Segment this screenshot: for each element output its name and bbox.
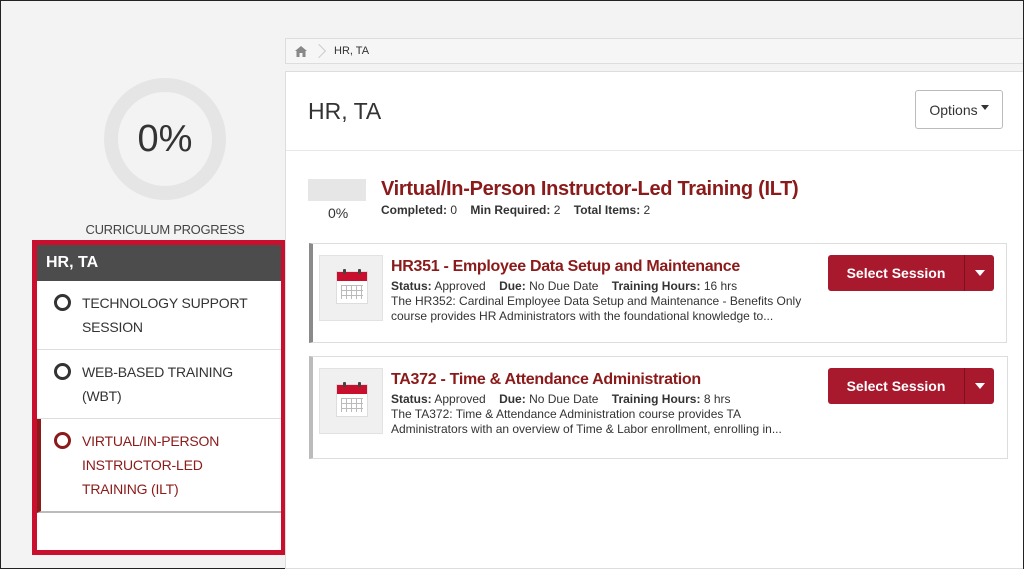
select-session-label: Select Session (846, 265, 946, 281)
caret-down-icon[interactable] (965, 270, 994, 276)
course-meta: Status: Approved Due: No Due Date Traini… (391, 392, 731, 406)
circle-icon (54, 294, 71, 311)
curriculum-progress-ring: 0% (104, 78, 226, 200)
due-value: No Due Date (529, 279, 599, 293)
description-line: Administrators with an overview of Time … (391, 422, 782, 436)
sidebar-item-wbt[interactable]: WEB-BASED TRAINING (WBT) (37, 350, 281, 419)
description-line: course provides HR Administrators with t… (391, 309, 774, 323)
completed-label: Completed: (381, 203, 447, 217)
sidebar-item-ilt[interactable]: VIRTUAL/IN-PERSON INSTRUCTOR-LED TRAININ… (37, 419, 281, 513)
hours-value: 16 hrs (703, 279, 738, 293)
due-value: No Due Date (529, 392, 599, 406)
due-label: Due: (499, 392, 526, 406)
hours-label: Training Hours: (611, 279, 701, 293)
sidebar-item-label: VIRTUAL/IN-PERSON (82, 433, 220, 449)
course-card: HR351 - Employee Data Setup and Maintena… (309, 243, 1007, 343)
options-button[interactable]: Options (915, 90, 1003, 129)
min-required-value: 2 (553, 203, 561, 217)
course-title[interactable]: HR351 - Employee Data Setup and Maintena… (391, 258, 740, 276)
sidebar-item-label: (WBT) (82, 388, 122, 404)
total-items-value: 2 (643, 203, 651, 217)
sidebar-item-label: TRAINING (ILT) (82, 481, 179, 497)
sidebar-item-technology-support[interactable]: TECHNOLOGY SUPPORT SESSION (37, 281, 281, 350)
course-title[interactable]: TA372 - Time & Attendance Administration (391, 371, 701, 389)
total-items-label: Total Items: (573, 203, 641, 217)
select-session-button[interactable]: Select Session (828, 255, 994, 291)
course-card: TA372 - Time & Attendance Administration… (309, 356, 1008, 459)
sidebar-item-label: TECHNOLOGY SUPPORT (82, 295, 248, 311)
calendar-icon (319, 255, 383, 321)
completed-value: 0 (450, 203, 458, 217)
page-title: HR, TA (308, 98, 382, 124)
section-progress-value: 0% (328, 205, 349, 221)
options-label: Options (929, 101, 978, 118)
select-session-label: Select Session (846, 378, 946, 394)
description-line: The TA372: Time & Attendance Administrat… (391, 407, 741, 421)
section-meta: Completed: 0 Min Required: 2 Total Items… (381, 203, 650, 217)
breadcrumb: HR, TA (285, 38, 1023, 64)
status-label: Status: (391, 392, 432, 406)
progress-value: 0% (118, 92, 212, 186)
select-session-button[interactable]: Select Session (828, 368, 994, 404)
status-label: Status: (391, 279, 432, 293)
due-label: Due: (499, 279, 526, 293)
circle-icon (54, 432, 71, 449)
divider (286, 150, 1023, 151)
status-value: Approved (434, 279, 486, 293)
sidebar-item-label: INSTRUCTOR-LED (82, 457, 203, 473)
hours-value: 8 hrs (703, 392, 731, 406)
breadcrumb-separator (316, 39, 324, 63)
circle-icon (54, 363, 71, 380)
curriculum-progress-label: CURRICULUM PROGRESS (85, 222, 245, 237)
caret-down-icon[interactable] (965, 383, 994, 389)
description-line: The HR352: Cardinal Employee Data Setup … (391, 294, 802, 308)
section-progress-bar (308, 179, 366, 201)
status-value: Approved (434, 392, 486, 406)
breadcrumb-current: HR, TA (334, 45, 370, 57)
curriculum-sidebar: HR, TA TECHNOLOGY SUPPORT SESSION WEB-BA… (32, 240, 286, 555)
course-description: The TA372: Time & Attendance Administrat… (391, 407, 811, 437)
calendar-icon (319, 368, 383, 434)
section-title: Virtual/In-Person Instructor-Led Trainin… (381, 178, 799, 200)
sidebar-header: HR, TA (37, 245, 281, 281)
min-required-label: Min Required: (470, 203, 551, 217)
caret-down-icon (980, 105, 989, 110)
sidebar-item-label: WEB-BASED TRAINING (82, 364, 233, 380)
sidebar-item-label: SESSION (82, 319, 143, 335)
main-panel: HR, TA Options 0% Virtual/In-Person Inst… (285, 71, 1023, 569)
hours-label: Training Hours: (611, 392, 701, 406)
course-description: The HR352: Cardinal Employee Data Setup … (391, 294, 811, 324)
course-meta: Status: Approved Due: No Due Date Traini… (391, 279, 737, 293)
